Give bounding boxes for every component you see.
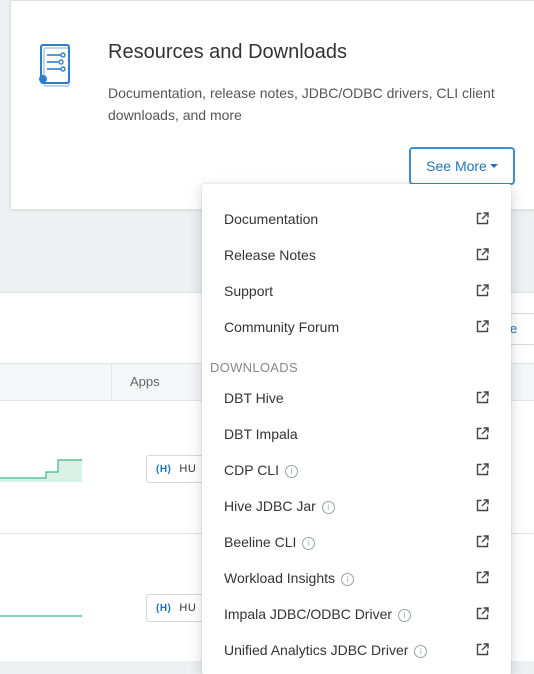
menu-item-label: Community Forum [224, 319, 340, 335]
resources-card: Resources and Downloads Documentation, r… [10, 0, 534, 210]
external-link-icon [476, 427, 489, 440]
caret-down-icon [489, 164, 498, 169]
external-link-icon [476, 248, 489, 261]
menu-item-release-notes[interactable]: Release Notes [202, 238, 511, 272]
sparkline-chart [0, 459, 82, 482]
menu-item-label: Documentation [224, 211, 319, 227]
card-title: Resources and Downloads [108, 41, 348, 63]
apps-column-header[interactable]: Apps [130, 374, 160, 389]
menu-item-community-forum[interactable]: Community Forum [202, 310, 511, 344]
menu-item-label: Workload Insights [224, 570, 336, 586]
external-link-icon [476, 284, 489, 297]
menu-item-dbt-impala[interactable]: DBT Impala [202, 417, 511, 451]
downloads-section-title: DOWNLOADS [210, 360, 298, 375]
info-icon[interactable]: i [302, 537, 316, 550]
external-link-icon [476, 607, 489, 620]
app-tag-label: HU [179, 463, 197, 475]
external-link-icon [476, 463, 489, 476]
see-more-dropdown-menu: Documentation Release Notes Support Comm… [202, 184, 511, 674]
external-link-icon [476, 499, 489, 512]
external-link-icon [476, 320, 489, 333]
menu-item-label: Support [224, 283, 274, 299]
table-header-divider [111, 363, 112, 401]
hue-icon: (H) [156, 464, 172, 475]
document-list-icon [39, 44, 70, 87]
menu-item-label: Hive JDBC Jar [224, 498, 316, 514]
info-icon[interactable]: i [398, 609, 412, 622]
info-icon[interactable]: i [284, 465, 298, 478]
menu-item-documentation[interactable]: Documentation [202, 202, 511, 236]
menu-item-label: Beeline CLI [224, 534, 297, 550]
menu-item-label: CDP CLI [224, 462, 279, 478]
menu-item-hive-jdbc-jar[interactable]: Hive JDBC Jar i [202, 489, 511, 523]
external-link-icon [476, 535, 489, 548]
external-link-icon [476, 391, 489, 404]
menu-item-label: DBT Impala [224, 426, 298, 442]
menu-item-workload-insights[interactable]: Workload Insights i [202, 561, 511, 595]
see-more-label: See More [426, 158, 487, 174]
menu-item-unified-analytics-jdbc-driver[interactable]: Unified Analytics JDBC Driver i [202, 633, 511, 667]
menu-item-impala-jdbc-odbc-driver[interactable]: Impala JDBC/ODBC Driver i [202, 597, 511, 631]
external-link-icon [476, 643, 489, 656]
menu-item-label: Impala JDBC/ODBC Driver [224, 606, 393, 622]
menu-item-label: Unified Analytics JDBC Driver [224, 642, 409, 658]
sparkline-chart [0, 615, 82, 617]
info-icon[interactable]: i [321, 501, 335, 514]
info-icon[interactable]: i [414, 645, 428, 658]
menu-item-beeline-cli[interactable]: Beeline CLI i [202, 525, 511, 559]
menu-item-label: Release Notes [224, 247, 316, 263]
menu-item-support[interactable]: Support [202, 274, 511, 308]
info-icon[interactable]: i [341, 573, 355, 586]
see-more-button[interactable]: See More [409, 147, 515, 185]
menu-item-dbt-hive[interactable]: DBT Hive [202, 381, 511, 415]
external-link-icon [476, 212, 489, 225]
card-description: Documentation, release notes, JDBC/ODBC … [108, 85, 495, 123]
menu-item-label: DBT Hive [224, 390, 284, 406]
hue-icon: (H) [156, 603, 172, 614]
menu-item-cdp-cli[interactable]: CDP CLI i [202, 453, 511, 487]
app-tag-label: HU [179, 602, 197, 614]
external-link-icon [476, 571, 489, 584]
